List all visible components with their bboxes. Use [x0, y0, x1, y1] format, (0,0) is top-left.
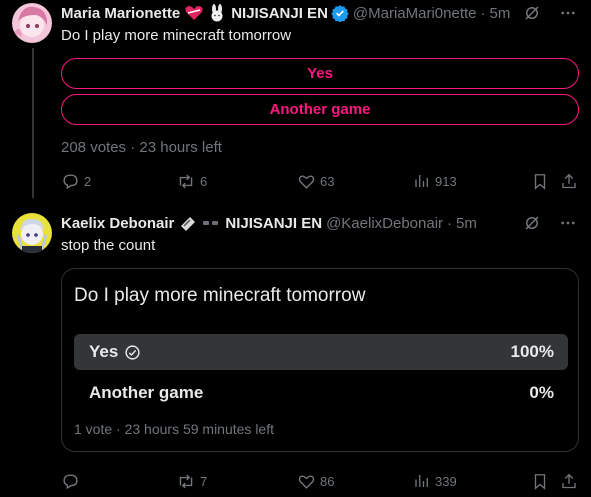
tweet-header: Kaelix Debonair NIJISANJI EN @KaelixDebo…	[61, 213, 477, 233]
bookmark-icon	[534, 173, 546, 190]
timestamp[interactable]: 5m	[456, 215, 477, 232]
bookmark-icon	[534, 473, 546, 490]
poll-option-yes[interactable]: Yes	[61, 58, 579, 89]
separator-dot: ·	[480, 4, 486, 22]
quoted-poll-option-yes: Yes 100%	[74, 334, 568, 370]
like-button[interactable]: 86	[297, 472, 334, 491]
rabbit-emoji	[208, 4, 226, 22]
tweet-text: Do I play more minecraft tomorrow	[61, 27, 292, 44]
handle[interactable]: @KaelixDebonair	[326, 215, 443, 232]
verified-badge-icon	[331, 4, 349, 22]
view-count: 913	[435, 173, 457, 189]
quoted-poll-card[interactable]: Do I play more minecraft tomorrow Yes 10…	[61, 268, 579, 452]
reply-button[interactable]: 2	[61, 172, 91, 191]
views-button[interactable]: 339	[413, 472, 457, 490]
reply-button[interactable]	[61, 472, 84, 491]
quoted-poll-option-another-game: Another game 0%	[74, 375, 568, 411]
tweet-header: Maria Marionette NIJISANJI EN @MariaMari…	[61, 3, 510, 23]
repost-icon	[179, 474, 193, 488]
separator-dot: ·	[447, 214, 453, 232]
repost-button[interactable]: 6	[176, 172, 207, 191]
thread-line	[32, 48, 34, 198]
handle[interactable]: @MariaMari0nette	[353, 5, 477, 22]
dots-emoji	[202, 218, 220, 228]
option-text: Yes	[89, 342, 119, 361]
share-button[interactable]	[560, 472, 578, 491]
repost-button[interactable]: 7	[176, 472, 207, 491]
bookmark-button[interactable]	[531, 172, 549, 191]
option-text: Another game	[89, 383, 204, 402]
view-count: 339	[435, 473, 457, 489]
like-count: 63	[320, 173, 335, 189]
quoted-poll-question: Do I play more minecraft tomorrow	[74, 285, 366, 306]
quoted-poll-option-label: Yes	[89, 342, 141, 362]
views-icon	[415, 175, 428, 187]
bookmark-button[interactable]	[531, 472, 549, 491]
gem-emoji	[178, 214, 198, 232]
org-label: NIJISANJI EN	[225, 214, 323, 232]
share-icon	[562, 473, 576, 488]
reply-icon	[63, 173, 78, 189]
avatar-maria[interactable]	[12, 3, 52, 43]
tweet-text: stop the count	[61, 237, 156, 254]
heart-icon	[298, 474, 315, 489]
tweet-top-actions	[523, 4, 577, 22]
repost-icon	[179, 174, 193, 188]
timestamp[interactable]: 5m	[490, 5, 511, 22]
quoted-poll-option-label: Another game	[89, 383, 203, 403]
check-circle-icon	[125, 344, 140, 360]
heart-icon	[298, 174, 315, 189]
display-name[interactable]: Kaelix Debonair	[61, 215, 174, 232]
like-button[interactable]: 63	[297, 172, 334, 191]
share-icon	[562, 173, 576, 188]
views-icon	[415, 475, 428, 487]
repost-count: 7	[200, 473, 208, 489]
share-button[interactable]	[560, 172, 578, 191]
poll-option-another-game[interactable]: Another game	[61, 94, 579, 125]
option-percent: 100%	[510, 342, 554, 361]
heart-ribbon-emoji	[184, 4, 204, 22]
option-percent: 0%	[529, 383, 554, 402]
action-bar: 7 86 339	[61, 471, 579, 491]
quoted-poll-meta: 1 vote · 23 hours 59 minutes left	[74, 421, 274, 437]
display-name[interactable]: Maria Marionette	[61, 5, 180, 22]
more-icon[interactable]	[559, 4, 577, 22]
repost-count: 6	[200, 173, 208, 189]
reply-icon	[63, 473, 78, 489]
reply-count: 2	[84, 173, 92, 189]
grok-icon[interactable]	[523, 214, 541, 232]
tweet-maria: Maria Marionette NIJISANJI EN @MariaMari…	[0, 0, 591, 200]
action-bar: 2 6 63 913	[61, 171, 579, 191]
avatar-kaelix[interactable]	[12, 213, 52, 253]
views-button[interactable]: 913	[413, 172, 457, 190]
grok-icon[interactable]	[523, 4, 541, 22]
org-label: NIJISANJI EN	[231, 4, 328, 22]
tweet-top-actions	[523, 214, 577, 232]
like-count: 86	[320, 473, 335, 489]
poll-meta: 208 votes · 23 hours left	[61, 139, 222, 156]
more-icon[interactable]	[559, 214, 577, 232]
